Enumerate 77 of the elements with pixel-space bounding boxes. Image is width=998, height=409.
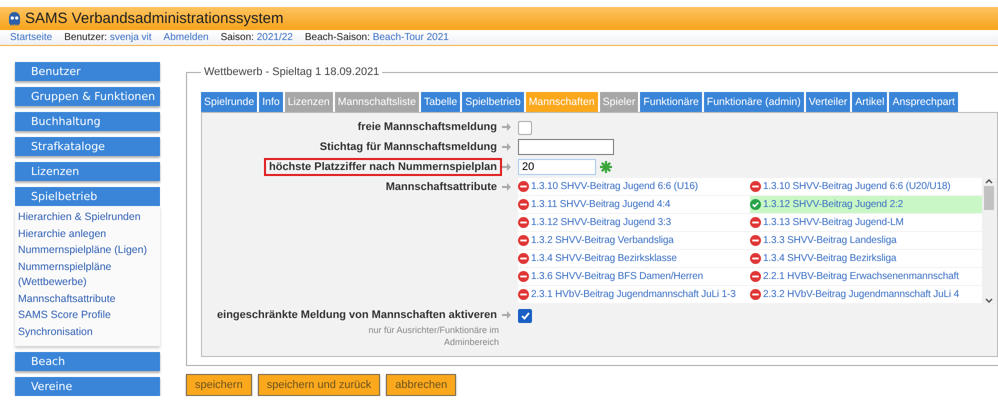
tab[interactable]: Tabelle [420, 92, 460, 112]
arrow-icon [502, 123, 511, 131]
sidebar-item[interactable]: Lizenzen [15, 162, 160, 181]
asterisk-icon [600, 160, 612, 172]
arrow-icon [502, 143, 511, 151]
input-field[interactable]: 20 [518, 159, 596, 175]
arrow-icon [502, 183, 511, 191]
action-button[interactable]: speichern und zurück [258, 374, 380, 396]
submenu-link[interactable]: Nummernspielpläne (Ligen) [18, 243, 157, 258]
nav-link[interactable]: Abmelden [164, 32, 209, 43]
field-label: Mannschaftsattribute [384, 180, 498, 195]
attribute-item[interactable]: 1.3.6 SHVV-Beitrag BFS Damen/Herren [518, 268, 750, 286]
sidebar-item[interactable]: Strafkataloge [15, 137, 160, 156]
attribute-item[interactable]: 2.2.1 HVBV-Beitrag Erwachsenenmannschaft [750, 268, 982, 286]
nav-info: Benutzer: svenja vit [64, 32, 152, 43]
checkbox[interactable] [518, 121, 532, 135]
minus-circle-icon [750, 235, 761, 246]
sidebar-item[interactable]: Benutzer [15, 62, 160, 81]
tab[interactable]: Spielrunde [201, 92, 258, 112]
sidebar-item[interactable]: Beach [15, 352, 160, 371]
tab[interactable]: Info [259, 92, 283, 112]
submenu-link[interactable]: Synchronisation [18, 324, 157, 340]
submenu-link[interactable]: SAMS Score Profile [18, 308, 157, 324]
submenu-link[interactable]: Nummernspielpläne (Wettbewerbe) [18, 260, 157, 290]
attribute-item[interactable]: 1.3.3 SHVV-Beitrag Landesliga [750, 232, 982, 250]
nav-info: Beach-Saison: Beach-Tour 2021 [304, 32, 449, 43]
input-field[interactable] [518, 139, 614, 155]
sidebar-item[interactable]: Spielbetrieb [15, 187, 160, 206]
nav-link[interactable]: Startseite [10, 32, 52, 43]
minus-circle-icon [750, 253, 761, 264]
app-title: SAMS Verbandsadministrationssystem [25, 10, 284, 27]
field-label: freie Mannschaftsmeldung [356, 120, 498, 135]
attribute-item[interactable]: 1.3.4 SHVV-Beitrag Bezirksliga [750, 250, 982, 268]
fieldset-legend: Wettbewerb - Spieltag 1 18.09.2021 [201, 66, 382, 78]
scroll-thumb[interactable] [984, 186, 994, 210]
attribute-item[interactable]: 1.3.2 SHVV-Beitrag Verbandsliga [518, 232, 750, 250]
attribute-item[interactable]: 1.3.4 SHVV-Beitrag Bezirksklasse [518, 250, 750, 268]
submenu-link[interactable]: Hierarchie anlegen [18, 226, 157, 242]
nav-link[interactable]: svenja vit [110, 32, 152, 43]
field-note: nur für Ausrichter/Funktionäre im Adminbereich [367, 324, 500, 348]
attribute-item[interactable]: 2.3.1 HVbV-Beitrag Jugendmannschaft JuLi 1-3 [518, 286, 750, 304]
attribute-item[interactable]: 1.3.12 SHVV-Beitrag Jugend 2:2 [750, 196, 982, 214]
minus-circle-icon [750, 217, 761, 228]
sidebar-item[interactable]: Gruppen & Funktionen [15, 87, 160, 106]
nav-info: Saison: 2021/22 [220, 32, 293, 43]
tab[interactable]: Spielbetrieb [462, 92, 524, 112]
nav-link[interactable]: Beach-Tour 2021 [372, 32, 449, 43]
attribute-item[interactable]: 1.3.13 SHVV-Beitrag Jugend-LM [750, 214, 982, 232]
checkbox[interactable] [518, 309, 532, 323]
minus-circle-icon [750, 181, 761, 192]
minus-circle-icon [750, 271, 761, 282]
scroll-down-icon[interactable] [985, 298, 993, 304]
tab[interactable]: Verteiler [806, 92, 850, 112]
arrow-icon [502, 163, 511, 171]
scroll-up-icon[interactable] [985, 178, 993, 184]
tab[interactable]: Funktionäre (admin) [704, 92, 804, 112]
action-button[interactable]: abbrechen [386, 374, 456, 396]
nav-link[interactable]: 2021/22 [256, 32, 293, 43]
attribute-item[interactable]: 1.3.11 SHVV-Beitrag Jugend 4:4 [518, 196, 750, 214]
minus-circle-icon [750, 289, 761, 300]
attribute-item[interactable]: 2.3.2 HVbV-Beitrag Jugendmannschaft JuLi 4 [750, 286, 982, 304]
attribute-item[interactable]: 1.3.10 SHVV-Beitrag Jugend 6:6 (U16) [518, 178, 750, 196]
submenu-link[interactable]: Mannschaftsattribute [18, 292, 157, 307]
check-circle-icon [750, 199, 761, 210]
tab[interactable]: Ansprechpart [889, 92, 958, 112]
attribute-item[interactable]: 1.3.12 SHVV-Beitrag Jugend 3:3 [518, 214, 750, 232]
logo-icon [8, 12, 21, 26]
field-label: eingeschränkte Meldung von Mannschaften aktiveren [216, 308, 498, 323]
arrow-icon [502, 311, 511, 319]
tab[interactable]: Funktionäre [640, 92, 702, 112]
sidebar-item[interactable]: Buchhaltung [15, 112, 160, 131]
field-label: höchste Platzziffer nach Nummernspielplan [264, 158, 502, 176]
sidebar-item[interactable]: Vereine [15, 377, 160, 396]
tab[interactable]: Artikel [852, 92, 888, 112]
action-button[interactable]: speichern [186, 374, 252, 396]
field-label: Stichtag für Mannschaftsmeldung [318, 140, 498, 155]
submenu-link[interactable]: Hierarchien & Spielrunden [18, 210, 157, 226]
